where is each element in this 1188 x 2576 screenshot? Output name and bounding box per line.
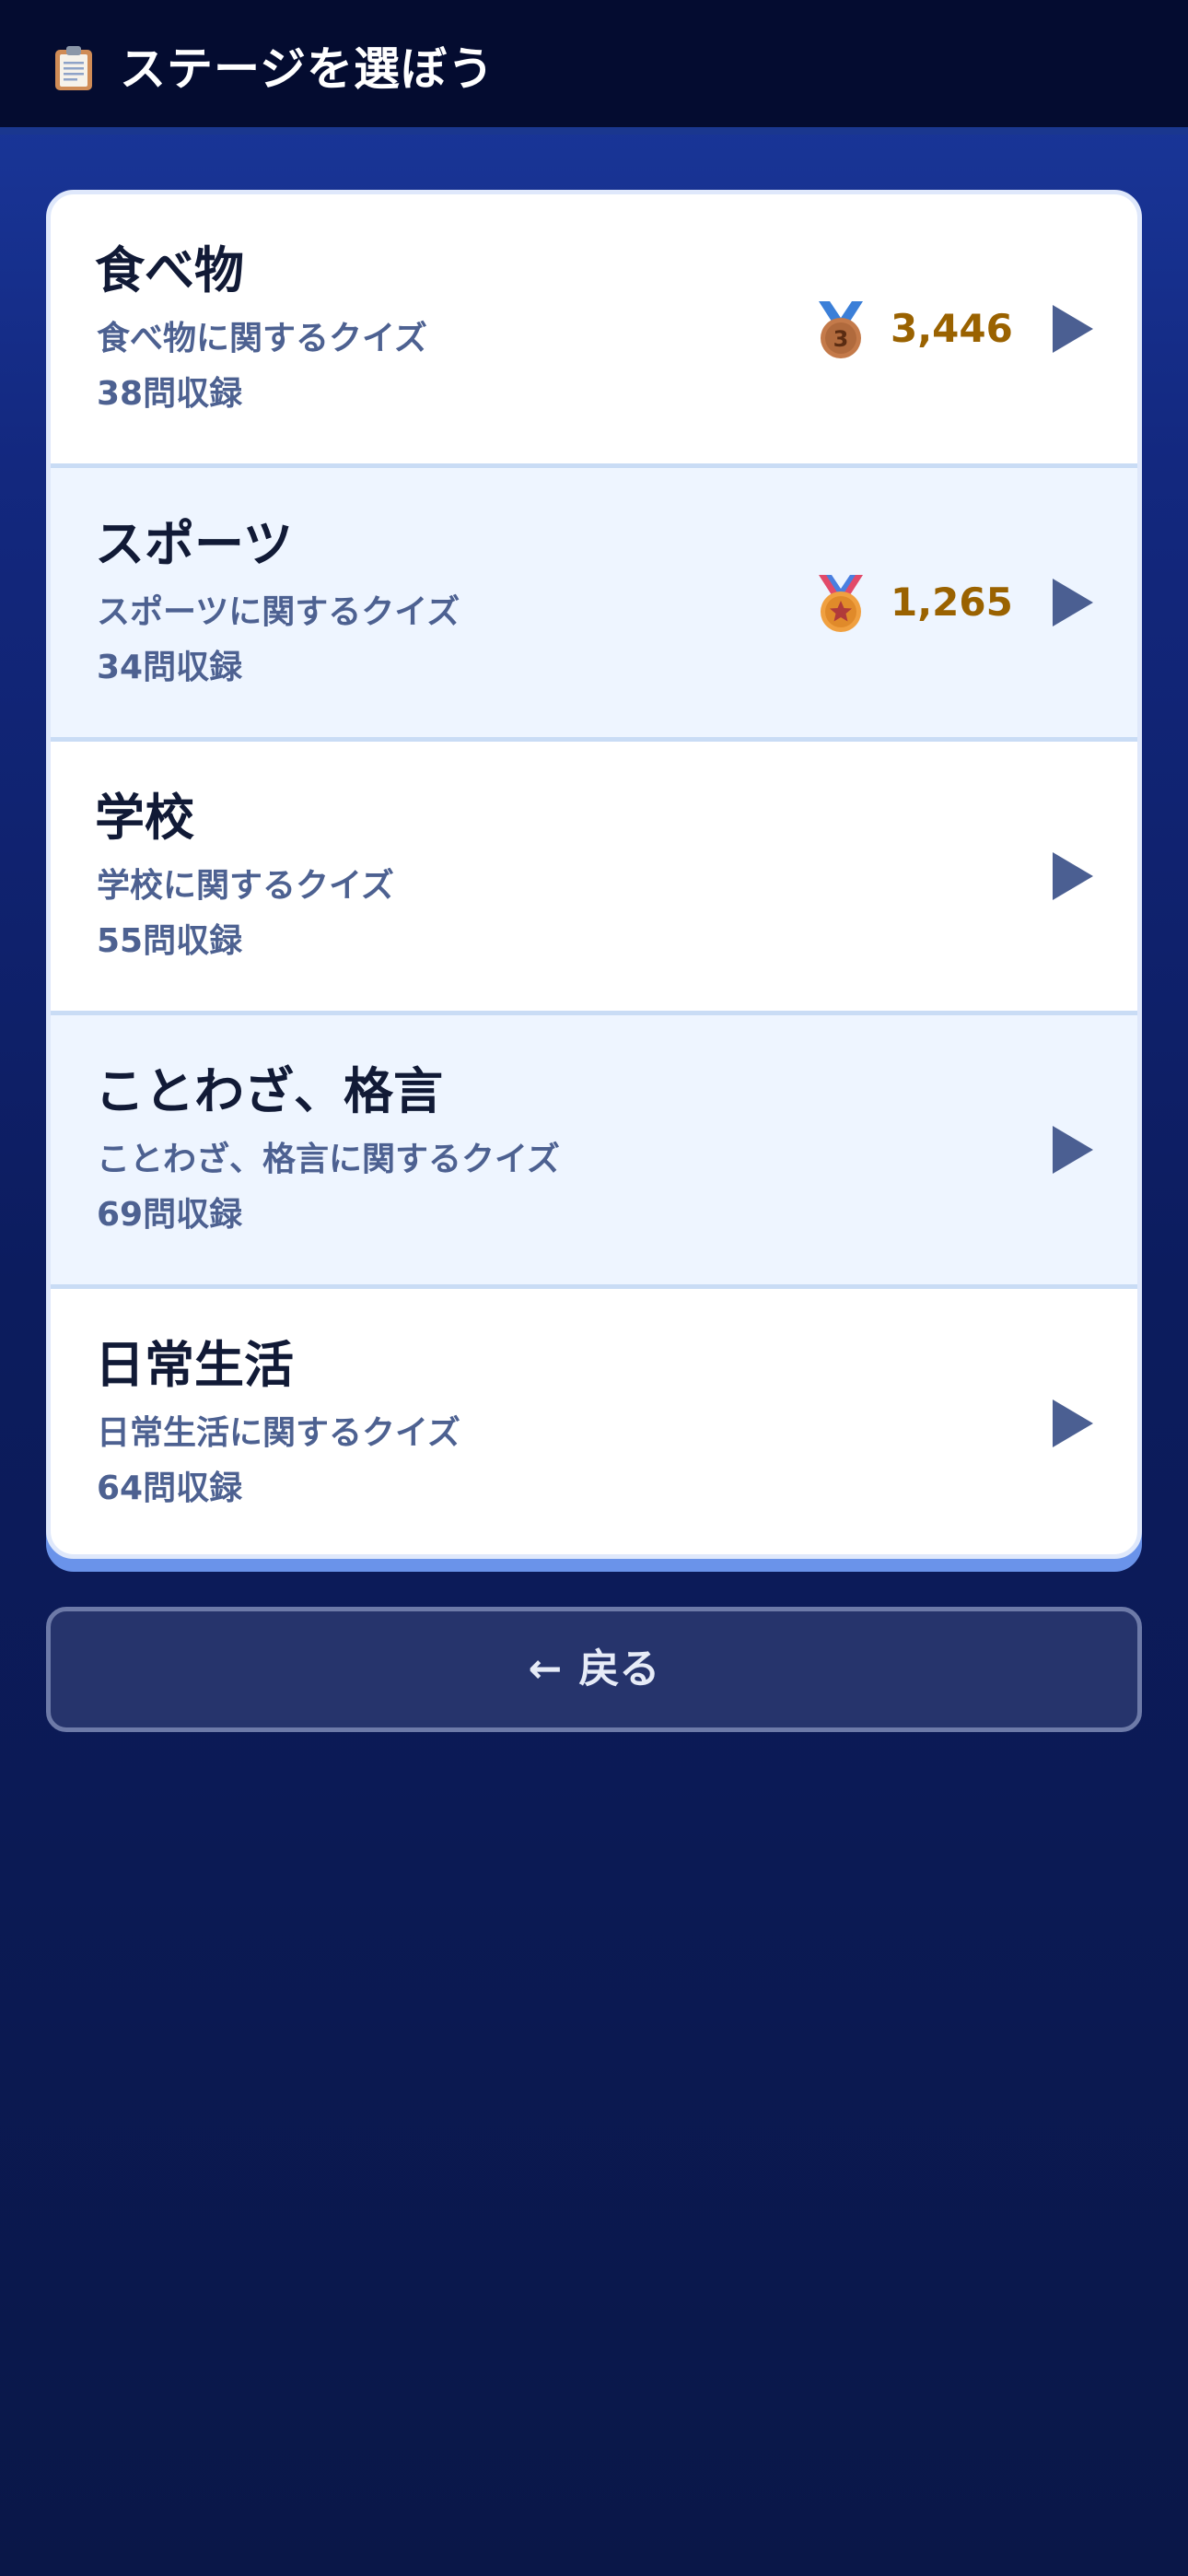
stage-question-count: 34問収録 [97,649,243,686]
stage-item-school[interactable]: 学校 学校に関するクイズ 55問収録 [51,742,1137,1015]
stage-description: スポーツに関するクイズ [97,593,460,631]
stage-question-count: 55問収録 [97,922,243,960]
svg-text:3: 3 [833,326,849,352]
stage-item-daily-life[interactable]: 日常生活 日常生活に関するクイズ 64問収録 [51,1289,1137,1554]
stage-description: 食べ物に関するクイズ [97,320,427,357]
stage-name: 学校 [95,789,194,847]
back-arrow-icon: ← [528,1645,563,1692]
stage-name: ことわざ、格言 [95,1062,443,1120]
stage-item-sports[interactable]: スポーツ スポーツに関するクイズ 34問収録 1,265 [51,468,1137,742]
stage-name: 食べ物 [95,241,244,299]
back-button[interactable]: ← 戻る [46,1607,1142,1732]
play-arrow-icon[interactable] [1049,303,1095,355]
star-medal-icon [819,575,863,632]
page-title: ステージを選ぼう [120,42,495,96]
play-arrow-icon[interactable] [1049,1398,1095,1449]
stage-name: 日常生活 [95,1336,294,1394]
stage-name: スポーツ [95,515,293,573]
stage-description: 学校に関するクイズ [97,867,394,905]
bronze-medal-icon: 3 [819,301,863,358]
stage-question-count: 64問収録 [97,1469,243,1507]
play-arrow-icon[interactable] [1049,850,1095,902]
stage-item-food[interactable]: 食べ物 食べ物に関するクイズ 38問収録 3 3,446 [51,194,1137,468]
app-header: ステージを選ぼう [0,0,1188,135]
stage-description: 日常生活に関するクイズ [97,1414,460,1452]
stage-item-proverbs[interactable]: ことわざ、格言 ことわざ、格言に関するクイズ 69問収録 [51,1015,1137,1289]
stage-question-count: 69問収録 [97,1196,243,1234]
stage-description: ことわざ、格言に関するクイズ [97,1141,560,1178]
best-score: 3,446 [891,306,1013,351]
play-arrow-icon[interactable] [1049,577,1095,628]
best-score: 1,265 [891,580,1013,625]
stage-list: 食べ物 食べ物に関するクイズ 38問収録 3 3,446 スポーツ スポーツに関… [46,190,1142,1559]
clipboard-icon [55,46,92,90]
play-arrow-icon[interactable] [1049,1124,1095,1176]
back-button-label: 戻る [578,1645,660,1692]
stage-question-count: 38問収録 [97,375,243,413]
